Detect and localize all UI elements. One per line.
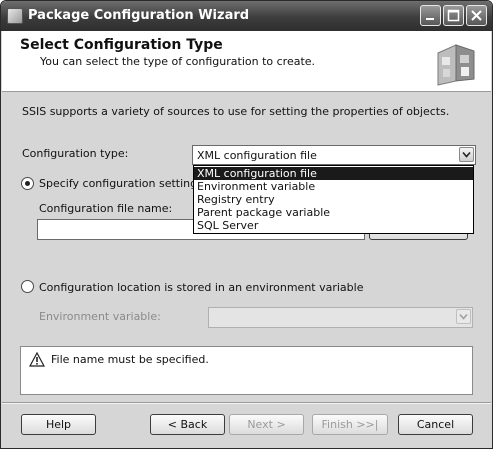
config-type-value: XML configuration file [197,149,317,162]
dropdown-option-xml[interactable]: XML configuration file [194,167,473,180]
dropdown-option-parent-variable[interactable]: Parent package variable [194,206,473,219]
chevron-down-icon[interactable] [459,147,474,162]
dropdown-option-sql-server[interactable]: SQL Server [194,219,473,232]
config-type-dropdown-list: XML configuration file Environment varia… [193,165,474,234]
env-variable-select[interactable] [208,307,473,328]
close-button[interactable] [466,5,487,26]
help-button[interactable]: Help [21,414,96,435]
maximize-button[interactable] [443,5,464,26]
title-bar[interactable]: Package Configuration Wizard [1,1,492,31]
wizard-window: Package Configuration Wizard Select Conf… [0,0,493,449]
radio-env-config[interactable] [21,280,34,293]
env-variable-label: Environment variable: [39,310,161,323]
page-title: Select Configuration Type [20,37,223,53]
footer-separator [2,402,491,404]
message-text: File name must be specified. [51,353,209,366]
warning-icon [29,352,45,367]
app-icon [7,8,23,24]
radio-env-config-label: Configuration location is stored in an e… [39,281,364,294]
message-panel: File name must be specified. [20,346,473,395]
page-subtitle: You can select the type of configuration… [40,55,316,68]
config-file-name-label: Configuration file name: [39,202,173,215]
wizard-puzzle-icon [437,44,475,86]
cancel-button[interactable]: Cancel [398,414,473,435]
finish-button[interactable]: Finish >>| [312,414,388,435]
dropdown-option-environment[interactable]: Environment variable [194,180,473,193]
back-button[interactable]: < Back [150,414,225,435]
maximize-icon [447,9,460,22]
dropdown-option-registry[interactable]: Registry entry [194,193,473,206]
wizard-header: Select Configuration Type You can select… [2,31,491,92]
config-type-label: Configuration type: [22,147,129,160]
minimize-icon [426,18,434,20]
intro-text: SSIS supports a variety of sources to us… [22,105,450,118]
radio-direct-config-label: Specify configuration settings d [39,177,193,190]
next-button[interactable]: Next > [229,414,304,435]
config-type-select[interactable]: XML configuration file [192,145,476,165]
minimize-button[interactable] [420,5,441,26]
chevron-down-icon [456,309,471,324]
radio-direct-config[interactable] [21,177,34,190]
close-icon [471,10,482,21]
window-title: Package Configuration Wizard [28,8,250,23]
